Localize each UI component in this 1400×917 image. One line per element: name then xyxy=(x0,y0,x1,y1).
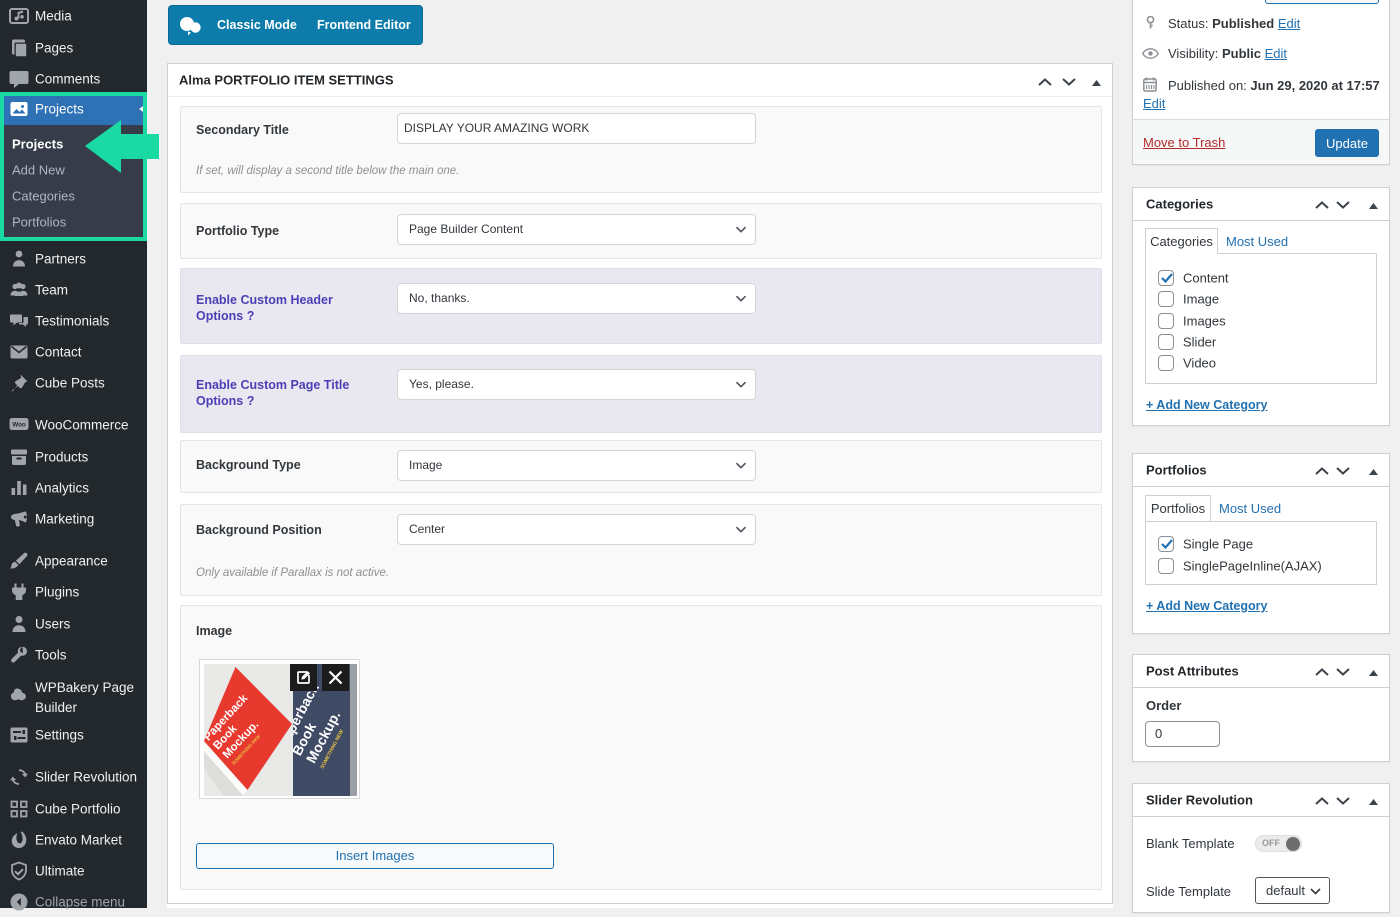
svg-text:Woo: Woo xyxy=(12,421,26,428)
